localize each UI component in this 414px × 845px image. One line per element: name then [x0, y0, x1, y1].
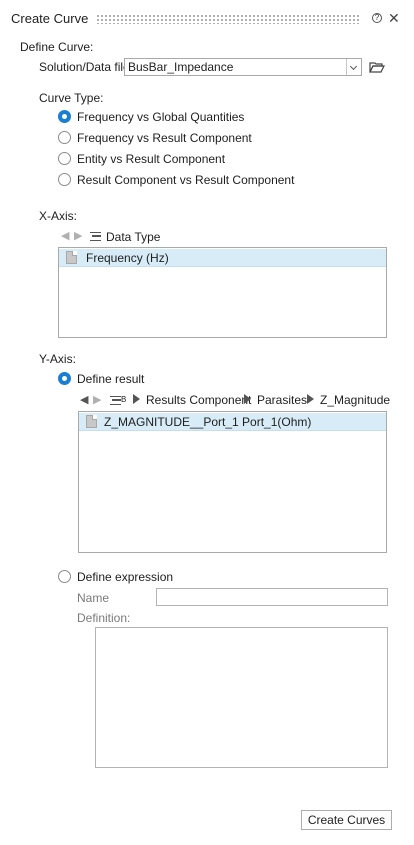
radio-entity-vs-result[interactable]	[58, 152, 71, 165]
curve-type-heading: Curve Type:	[39, 91, 104, 105]
x-axis-list[interactable]: Frequency (Hz)	[58, 247, 387, 338]
radio-frequency-vs-result[interactable]	[58, 131, 71, 144]
solution-file-select[interactable]: BusBar_Impedance	[124, 58, 362, 76]
breadcrumb-separator-icon	[307, 394, 314, 404]
create-curves-button[interactable]: Create Curves	[301, 810, 392, 830]
definition-textarea[interactable]	[95, 627, 388, 768]
back-arrow-icon[interactable]: ◀	[80, 393, 88, 406]
list-item-label: Z_MAGNITUDE__Port_1 Port_1(Ohm)	[104, 415, 312, 429]
breadcrumb-separator-icon	[244, 394, 251, 404]
close-icon[interactable]: ✕	[388, 10, 400, 27]
radio-label-frequency-vs-global: Frequency vs Global Quantities	[77, 110, 245, 124]
definition-label: Definition:	[77, 611, 131, 625]
y-axis-heading: Y-Axis:	[39, 352, 76, 366]
chevron-down-icon[interactable]	[346, 59, 361, 75]
breadcrumb-item[interactable]: Z_Magnitude	[320, 393, 390, 407]
name-input[interactable]	[156, 588, 388, 606]
y-axis-list[interactable]: Z_MAGNITUDE__Port_1 Port_1(Ohm)	[78, 411, 387, 553]
forward-arrow-icon[interactable]: ▶	[74, 229, 82, 242]
define-result-label: Define result	[77, 372, 145, 386]
breadcrumb-item[interactable]: Results Component	[146, 393, 251, 407]
radio-define-result[interactable]	[58, 372, 71, 385]
breadcrumb-separator-icon	[133, 394, 140, 404]
name-label: Name	[77, 591, 110, 605]
tree-icon[interactable]	[110, 396, 121, 405]
breadcrumb-item[interactable]: Parasites	[257, 393, 307, 407]
back-arrow-icon[interactable]: ◀	[61, 229, 69, 242]
list-item-label: Frequency (Hz)	[86, 251, 169, 265]
define-curve-heading: Define Curve:	[20, 40, 94, 54]
document-icon	[66, 251, 77, 264]
folder-open-icon[interactable]	[369, 61, 385, 73]
radio-define-expression[interactable]	[58, 570, 71, 583]
define-expression-label: Define expression	[77, 570, 174, 584]
x-axis-breadcrumb[interactable]: Data Type	[106, 230, 160, 244]
tree-icon-suffix: B	[121, 395, 127, 404]
list-item[interactable]: Frequency (Hz)	[59, 249, 386, 267]
radio-result-vs-result[interactable]	[58, 173, 71, 186]
radio-label-entity-vs-result: Entity vs Result Component	[77, 152, 226, 166]
radio-frequency-vs-global[interactable]	[58, 110, 71, 123]
help-icon[interactable]: ?	[372, 13, 382, 23]
drag-handle[interactable]	[96, 14, 361, 24]
solution-file-value: BusBar_Impedance	[128, 60, 234, 74]
solution-file-label: Solution/Data file	[39, 60, 130, 74]
document-icon	[86, 415, 97, 428]
x-axis-heading: X-Axis:	[39, 209, 78, 223]
forward-arrow-icon[interactable]: ▶	[93, 393, 101, 406]
window-title: Create Curve	[11, 11, 89, 26]
radio-label-frequency-vs-result: Frequency vs Result Component	[77, 131, 252, 145]
tree-icon[interactable]	[90, 232, 101, 241]
list-item[interactable]: Z_MAGNITUDE__Port_1 Port_1(Ohm)	[79, 413, 386, 431]
radio-label-result-vs-result: Result Component vs Result Component	[77, 173, 295, 187]
